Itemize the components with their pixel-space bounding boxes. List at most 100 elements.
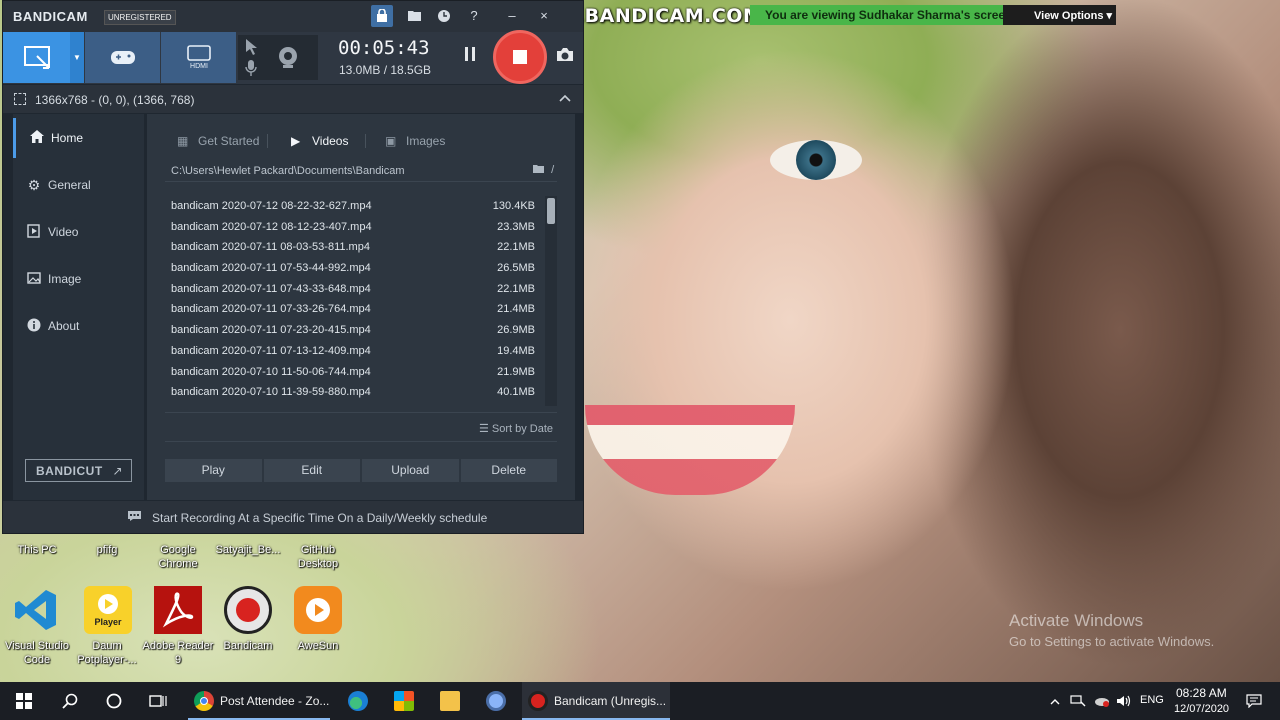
desktop-icon-github-desktop[interactable]: GitHub Desktop [281,543,355,571]
edge-icon [348,691,368,711]
chevron-down-icon[interactable]: ▼ [70,32,84,83]
bandicut-button[interactable]: BANDICUT ↗ [25,459,132,482]
file-row[interactable]: bandicam 2020-07-10 11-39-59-880.mp4 40.1… [165,382,543,403]
scrollbar-thumb[interactable] [547,198,555,224]
file-row[interactable]: bandicam 2020-07-11 07-53-44-992.mp4 26.5… [165,258,543,279]
schedule-footer[interactable]: Start Recording At a Specific Time On a … [3,501,583,533]
windows-taskbar: Post Attendee - Zo... Bandicam (Unregis.… [0,682,1280,720]
screen-share-banner: You are viewing Sudhakar Sharma's screen… [750,5,1116,25]
tab-images[interactable]: ▣ Images [385,134,445,148]
file-row[interactable]: bandicam 2020-07-11 08-03-53-811.mp4 22.1… [165,237,543,258]
vscode-icon[interactable] [12,586,60,634]
sidebar-item-label: Video [48,225,79,239]
taskbar-app-label: Post Attendee - Zo... [220,694,330,708]
minimize-icon[interactable]: – [501,5,523,27]
game-record-mode-button[interactable] [85,32,160,83]
lock-icon[interactable] [371,5,393,27]
info-icon [26,318,42,335]
unregistered-badge: UNREGISTERED [104,10,176,25]
microphone-icon[interactable] [244,59,258,77]
taskbar-app-chrome[interactable]: Post Attendee - Zo... [188,682,330,720]
bandicam-icon [528,691,548,711]
notifications-icon[interactable] [1240,682,1268,720]
file-row[interactable]: bandicam 2020-07-11 07-43-33-648.mp4 22.1… [165,279,543,300]
taskbar-app-bandicam[interactable]: Bandicam (Unregis... [522,682,670,720]
help-icon[interactable]: ? [463,5,485,27]
language-indicator[interactable]: ENG [1140,694,1164,706]
desktop-icon-this-pc[interactable]: This PC [0,543,74,557]
edit-button[interactable]: Edit [263,459,360,482]
adobe-reader-icon[interactable] [154,586,202,634]
play-button[interactable]: Play [165,459,262,482]
awesun-icon[interactable] [294,586,342,634]
search-icon[interactable] [48,682,92,720]
image-icon [26,271,42,288]
sidebar-item-home[interactable]: Home [13,118,144,158]
desktop-icon-google-chrome[interactable]: Google Chrome [141,543,215,571]
home-content-panel: ▦ Get Started ▶ Videos ▣ Images C:\Users\He… [147,114,575,500]
upload-button[interactable]: Upload [362,459,459,482]
sidebar-item-label: Image [48,272,82,286]
cortana-icon[interactable] [92,682,136,720]
sidebar-item-image[interactable]: Image [13,259,144,299]
bandicam-desktop-icon[interactable] [224,586,272,634]
folder-icon[interactable] [403,5,425,27]
bandicam-window: BANDICAM UNREGISTERED ? – × ▼ HDMI 00:05… [2,0,584,534]
clock-icon[interactable] [433,5,455,27]
video-icon: ▶ [291,134,301,148]
tab-get-started[interactable]: ▦ Get Started [177,134,259,148]
home-icon [29,130,45,146]
region-select-icon [14,93,26,105]
taskbar-app-chrome-alt[interactable] [476,682,516,720]
store-icon [394,691,414,711]
close-icon[interactable]: × [533,5,555,27]
file-row[interactable]: bandicam 2020-07-12 08-22-32-627.mp4 130.… [165,196,543,217]
chevron-up-icon[interactable] [1046,682,1064,720]
clock-time[interactable]: 08:28 AM [1176,686,1227,700]
potplayer-icon[interactable]: Player [84,586,132,634]
folder-path-bar: C:\Users\Hewlet Packard\Documents\Bandic… [165,160,557,182]
pause-button[interactable] [459,46,481,68]
sidebar-item-about[interactable]: About [13,306,144,346]
file-list-scrollbar[interactable] [545,196,557,406]
chevron-up-icon[interactable] [559,91,571,105]
desktop-icon-pfifg[interactable]: pfifg [70,543,144,557]
file-row[interactable]: bandicam 2020-07-12 08-12-23-407.mp4 23.3… [165,217,543,238]
sidebar-item-label: Home [51,131,84,145]
taskbar-app-explorer[interactable] [430,682,470,720]
sort-by-date-button[interactable]: ☰ Sort by Date [479,422,553,435]
view-options-button[interactable]: View Options ▾ [1008,5,1116,25]
windows-start-icon[interactable] [0,682,48,720]
desktop-icon-vscode-label: Visual Studio Code [4,640,69,666]
file-row[interactable]: bandicam 2020-07-11 07-13-12-409.mp4 19.4… [165,341,543,362]
open-folder-button[interactable]: / [533,164,554,176]
activate-windows-subtitle: Go to Settings to activate Windows. [1009,634,1215,649]
desktop-icon-satyajit[interactable]: Satyajit_Be... [211,543,285,557]
taskbar-app-edge[interactable] [340,682,380,720]
film-icon: ▦ [177,134,189,148]
webcam-icon[interactable] [276,45,300,69]
cloud-icon[interactable] [1092,682,1112,720]
sidebar-item-general[interactable]: ⚙ General [13,165,144,205]
camera-icon[interactable] [556,47,574,67]
cursor-icon[interactable] [244,38,258,56]
hdmi-record-mode-button[interactable]: HDMI [161,32,236,83]
folder-icon [440,691,460,711]
file-row[interactable]: bandicam 2020-07-11 07-33-26-764.mp4 21.4… [165,299,543,320]
file-row[interactable]: bandicam 2020-07-10 11-50-06-744.mp4 21.9… [165,362,543,383]
taskbar-app-store[interactable] [385,682,425,720]
stop-record-button[interactable] [493,30,547,84]
sidebar-item-label: General [48,178,91,192]
screen-record-mode-button[interactable] [3,32,70,83]
chat-icon [127,510,142,525]
sidebar-item-video[interactable]: Video [13,212,144,252]
tab-videos[interactable]: ▶ Videos [291,134,348,148]
volume-icon[interactable] [1114,682,1134,720]
task-view-icon[interactable] [136,682,180,720]
wallpaper-eye [770,140,862,180]
file-row[interactable]: bandicam 2020-07-11 07-23-20-415.mp4 26.9… [165,320,543,341]
delete-button[interactable]: Delete [460,459,557,482]
network-icon[interactable] [1068,682,1088,720]
clock-date[interactable]: 12/07/2020 [1174,703,1229,715]
capture-region-text: 1366x768 - (0, 0), (1366, 768) [35,93,195,107]
